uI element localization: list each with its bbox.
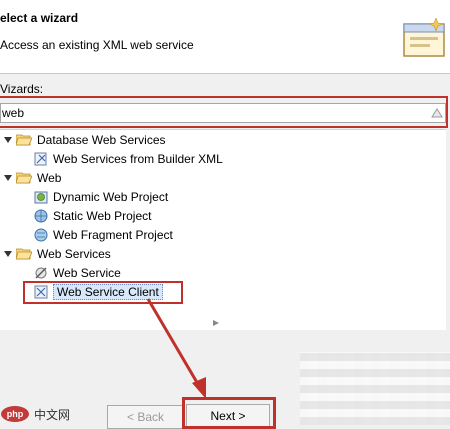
tree-item-web-fragment-project[interactable]: Web Fragment Project (33, 225, 173, 244)
builder-xml-icon (34, 152, 47, 165)
expand-toggle-icon[interactable] (4, 174, 12, 181)
tree-item-label: Dynamic Web Project (53, 189, 169, 204)
expand-toggle-icon[interactable] (4, 250, 12, 257)
back-button[interactable]: < Back (107, 405, 184, 429)
wizards-label: Vizards: (0, 82, 44, 96)
static-web-project-icon (34, 209, 48, 222)
tree-item-web-services-from-builder-xml[interactable]: Web Services from Builder XML (33, 149, 223, 168)
open-folder-icon (16, 172, 32, 184)
header-description: Access an existing XML web service (0, 38, 194, 52)
open-folder-icon (16, 134, 32, 146)
watermark: php 中文网 (0, 405, 70, 423)
tree-item-label: Database Web Services (37, 132, 166, 147)
php-logo-icon: php (1, 406, 29, 422)
wizard-tree[interactable]: Database Web Services Web Services from … (0, 129, 446, 330)
tree-item-label: Web Services (37, 246, 111, 261)
tree-item-web[interactable]: Web (4, 168, 61, 187)
tree-item-label: Web Services from Builder XML (53, 151, 223, 166)
wizard-filter-input[interactable] (1, 104, 422, 122)
web-service-client-icon (34, 285, 48, 298)
wizard-banner-icon (403, 17, 445, 57)
tree-item-database-web-services[interactable]: Database Web Services (4, 130, 166, 149)
tree-item-label: Web Fragment Project (53, 227, 173, 242)
tree-item-label: Web Service Client (53, 283, 163, 300)
expand-toggle-icon[interactable] (4, 136, 12, 143)
tree-item-label: Web Service (53, 265, 121, 280)
wizard-filter-field (0, 103, 446, 123)
open-folder-icon (16, 248, 32, 260)
tree-item-label: Web (37, 170, 62, 185)
tree-item-label: Static Web Project (53, 208, 152, 223)
tree-item-web-services[interactable]: Web Services (4, 244, 111, 263)
tree-item-dynamic-web-project[interactable]: Dynamic Web Project (33, 187, 168, 206)
web-service-icon (35, 267, 47, 278)
tree-item-web-service[interactable]: Web Service (33, 263, 121, 282)
wizard-header: elect a wizard Access an existing XML we… (0, 0, 450, 74)
tree-item-web-service-client[interactable]: Web Service Client (33, 282, 163, 301)
svg-text:php: php (7, 409, 24, 419)
watermark-text: 中文网 (34, 407, 71, 422)
obscured-region (300, 352, 450, 425)
resize-grip-icon (213, 320, 219, 326)
tree-item-static-web-project[interactable]: Static Web Project (33, 206, 151, 225)
dynamic-web-project-icon (34, 191, 48, 203)
next-button[interactable]: Next > (186, 404, 270, 428)
clear-filter-icon[interactable] (431, 107, 443, 119)
web-fragment-project-icon (34, 228, 48, 241)
header-title: elect a wizard (0, 11, 79, 25)
